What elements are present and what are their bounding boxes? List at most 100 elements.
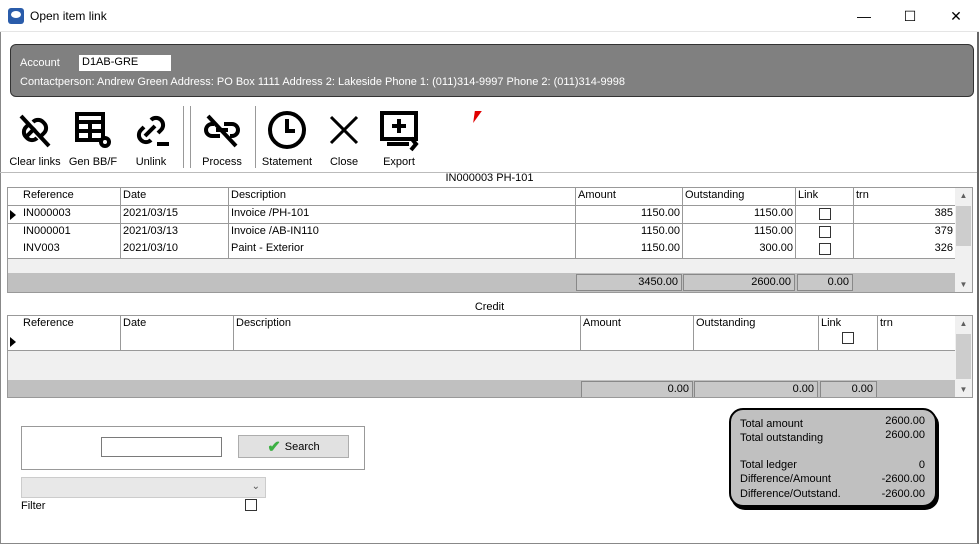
filter-dropdown[interactable]: ⌄ <box>21 477 266 498</box>
total-outstanding-label: Total outstanding <box>740 432 824 444</box>
debit-grid-title: IN000003 PH-101 <box>445 172 534 184</box>
unlink-button[interactable]: Unlink <box>123 108 179 170</box>
link-checkbox[interactable] <box>818 243 831 255</box>
close-label: Close <box>329 156 359 168</box>
export-button[interactable]: Export <box>371 108 427 170</box>
process-label: Process <box>202 156 242 168</box>
col-amount[interactable]: Amount <box>576 188 683 205</box>
statement-label: Statement <box>261 156 313 168</box>
credit-total-outstanding: 0.00 <box>694 381 818 397</box>
col-reference[interactable]: Reference <box>21 188 121 205</box>
toolbar-separator <box>183 106 184 168</box>
cell-link[interactable] <box>796 241 854 258</box>
link-checkbox[interactable] <box>818 208 831 220</box>
credit-grid-title: Credit <box>474 301 505 313</box>
col-date[interactable]: Date <box>121 316 234 350</box>
diff-outstand-value: -2600.00 <box>881 488 925 500</box>
debit-scrollbar[interactable]: ▲ ▼ <box>955 188 972 292</box>
search-button-label: Search <box>284 440 320 453</box>
cell-trn: 379 <box>854 223 956 241</box>
toolbar-separator <box>255 106 256 168</box>
cell-ref: INV003 <box>21 241 121 258</box>
col-outstanding[interactable]: Outstanding <box>683 188 796 205</box>
debit-grid: Reference Date Description Amount Outsta… <box>7 187 973 293</box>
search-button[interactable]: ✔ Search <box>238 435 349 458</box>
col-date[interactable]: Date <box>121 188 229 205</box>
checkmark-icon: ✔ <box>267 438 281 456</box>
statement-button[interactable]: Statement <box>259 108 315 170</box>
gen-bbf-label: Gen BB/F <box>68 156 118 168</box>
clear-links-button[interactable]: Clear links <box>7 108 63 170</box>
col-description[interactable]: Description <box>234 316 581 350</box>
cell-outstanding: 300.00 <box>683 241 796 258</box>
minimize-button[interactable]: — <box>841 0 887 32</box>
close-button[interactable]: Close <box>316 108 372 170</box>
table-settings-icon <box>75 112 111 148</box>
unlink-icon <box>136 115 169 146</box>
total-ledger-value: 0 <box>918 459 925 471</box>
cell-link[interactable] <box>796 206 854 223</box>
row-indicator-icon <box>10 337 16 347</box>
table-row[interactable]: INV003 2021/03/10 Paint - Exterior 1150.00 3… <box>8 241 956 259</box>
account-label: Account <box>20 57 60 69</box>
filter-checkbox[interactable] <box>245 499 257 511</box>
contact-info: Contactperson: Andrew Green Address: PO … <box>20 76 625 88</box>
credit-totals-row: 0.00 0.00 0.00 <box>8 380 956 397</box>
cell-ref: IN000001 <box>21 223 121 241</box>
col-description[interactable]: Description <box>229 188 576 205</box>
row-indicator-icon <box>10 210 16 220</box>
col-trn[interactable]: trn <box>854 188 956 205</box>
link-checkbox[interactable] <box>842 332 854 344</box>
table-row[interactable]: IN000003 2021/03/15 Invoice /PH-101 1150.00… <box>8 206 956 224</box>
summary-panel: Total amount 2600.00 Total outstanding 2… <box>729 408 937 507</box>
account-input[interactable]: D1AB-GRE <box>79 55 171 71</box>
debit-total-outstanding: 2600.00 <box>683 274 795 291</box>
col-link[interactable]: Link <box>796 188 854 205</box>
cell-trn: 385 <box>854 206 956 223</box>
table-row[interactable]: IN000001 2021/03/13 Invoice /AB-IN110 1150.… <box>8 223 956 242</box>
debit-total-link: 0.00 <box>797 274 853 291</box>
credit-scrollbar[interactable]: ▲ ▼ <box>955 316 972 397</box>
close-window-button[interactable]: ✕ <box>933 0 979 32</box>
cell-desc: Paint - Exterior <box>229 241 576 258</box>
cell-date: 2021/03/15 <box>121 206 229 223</box>
col-link-label: Link <box>821 317 842 329</box>
debit-header-row: Reference Date Description Amount Outsta… <box>8 188 956 206</box>
total-amount-value: 2600.00 <box>885 415 925 427</box>
cell-outstanding: 1150.00 <box>683 223 796 241</box>
diff-outstand-label: Difference/Outstand. <box>740 488 841 500</box>
col-link[interactable]: Link <box>819 316 878 350</box>
col-outstanding[interactable]: Outstanding <box>694 316 819 350</box>
cell-trn: 326 <box>854 241 956 258</box>
credit-grid: Reference Date Description Amount Outsta… <box>7 315 973 398</box>
title-bar: Open item link — ☐ ✕ <box>0 0 979 32</box>
export-label: Export <box>383 156 415 168</box>
cell-ref: IN000003 <box>21 206 121 223</box>
col-amount[interactable]: Amount <box>581 316 694 350</box>
col-trn[interactable]: trn <box>878 316 956 350</box>
toolbar-separator <box>190 106 191 168</box>
clear-links-label: Clear links <box>9 156 61 168</box>
link-checkbox[interactable] <box>818 225 831 238</box>
cell-amount: 1150.00 <box>576 241 683 258</box>
close-x-icon <box>329 115 359 145</box>
filter-label: Filter <box>21 500 46 512</box>
debit-total-amount: 3450.00 <box>576 274 682 291</box>
cell-link[interactable] <box>796 223 854 241</box>
maximize-button[interactable]: ☐ <box>887 0 933 32</box>
search-input[interactable] <box>101 437 222 457</box>
app-icon <box>8 8 24 24</box>
credit-header-row: Reference Date Description Amount Outsta… <box>8 316 956 351</box>
process-button[interactable]: Process <box>194 108 250 170</box>
total-ledger-label: Total ledger <box>740 459 797 471</box>
chevron-down-icon: ⌄ <box>251 481 260 492</box>
total-outstanding-value: 2600.00 <box>885 429 925 441</box>
col-reference[interactable]: Reference <box>21 316 121 350</box>
cell-outstanding: 1150.00 <box>683 206 796 223</box>
unlink-label: Unlink <box>135 156 167 168</box>
diff-amount-value: -2600.00 <box>881 473 925 485</box>
process-link-off-icon <box>204 114 240 148</box>
gen-bbf-button[interactable]: Gen BB/F <box>65 108 121 170</box>
cell-desc: Invoice /PH-101 <box>229 206 576 223</box>
cell-date: 2021/03/13 <box>121 223 229 241</box>
